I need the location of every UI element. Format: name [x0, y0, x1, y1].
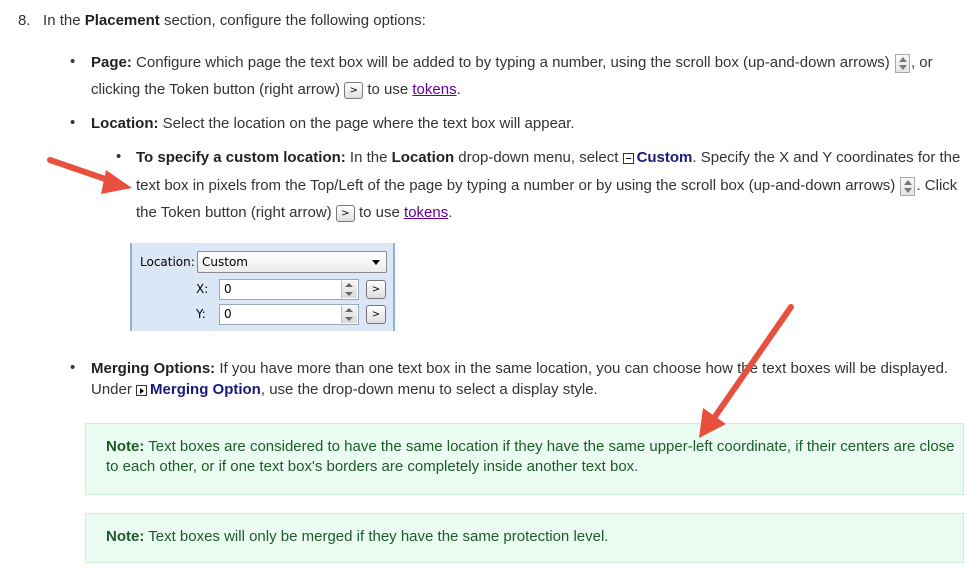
- tokens-link[interactable]: tokens: [412, 81, 456, 98]
- custom-item-line2: text box in pixels from the Top/Left of …: [136, 176, 958, 196]
- dialog-y-label: Y:: [196, 307, 206, 321]
- x-token-button[interactable]: >: [366, 280, 386, 299]
- note2-label: Note:: [106, 528, 145, 545]
- x-field[interactable]: 0: [219, 279, 359, 300]
- expand-icon: [136, 384, 148, 396]
- merging-label: Merging Options:: [91, 360, 216, 377]
- y-spinner-icon[interactable]: [341, 306, 357, 323]
- step-post: section, configure the following options…: [159, 12, 426, 29]
- token-button-icon: >: [344, 81, 364, 99]
- tokens-link[interactable]: tokens: [404, 204, 448, 221]
- location-label: Location:: [91, 115, 159, 132]
- custom-item-line1: To specify a custom location: In the Loc…: [136, 149, 961, 166]
- note1-label: Note:: [106, 438, 145, 455]
- x-spinner-icon[interactable]: [341, 281, 357, 298]
- y-field[interactable]: 0: [219, 304, 359, 325]
- page-label: Page:: [91, 54, 132, 71]
- page-item-line1: Page: Configure which page the text box …: [91, 53, 933, 73]
- scroll-box-icon: [900, 176, 916, 196]
- custom-option-link[interactable]: Custom: [637, 149, 693, 166]
- dialog-location-label: Location:: [140, 255, 195, 269]
- collapse-icon: [622, 152, 634, 164]
- bullet-merging: •: [70, 359, 76, 376]
- bullet-custom: •: [116, 148, 122, 165]
- note-box-protection: Note: Text boxes will only be merged if …: [85, 513, 964, 563]
- step-number: 8.: [18, 12, 31, 29]
- bullet-location: •: [70, 114, 76, 131]
- location-dialog-image: Location: Custom X: 0 > Y: 0 >: [130, 243, 395, 331]
- chevron-down-icon: [372, 260, 380, 265]
- bullet-page: •: [70, 53, 76, 70]
- merging-item-line2: Under Merging Option, use the drop-down …: [91, 381, 598, 398]
- arrow-left-annotation: [47, 157, 132, 194]
- note-box-location: Note: Text boxes are considered to have …: [85, 423, 964, 495]
- step-heading: 8. In the Placement section, configure t…: [18, 11, 426, 31]
- token-button-icon: >: [335, 204, 355, 222]
- custom-item-line3: the Token button (right arrow) > to use …: [136, 204, 453, 222]
- merging-option-link[interactable]: Merging Option: [150, 381, 261, 398]
- merging-item-line1: Merging Options: If you have more than o…: [91, 360, 949, 377]
- location-dropdown[interactable]: Custom: [197, 251, 387, 273]
- dialog-x-label: X:: [196, 282, 209, 296]
- location-dropdown-value: Custom: [202, 255, 248, 269]
- step-bold: Placement: [84, 12, 160, 29]
- step-pre: In the: [43, 12, 85, 29]
- y-token-button[interactable]: >: [366, 305, 386, 324]
- location-item: Location: Select the location on the pag…: [91, 115, 575, 132]
- scroll-box-icon: [894, 53, 910, 73]
- custom-label: To specify a custom location:: [136, 149, 346, 166]
- page-item-line2: clicking the Token button (right arrow) …: [91, 81, 461, 99]
